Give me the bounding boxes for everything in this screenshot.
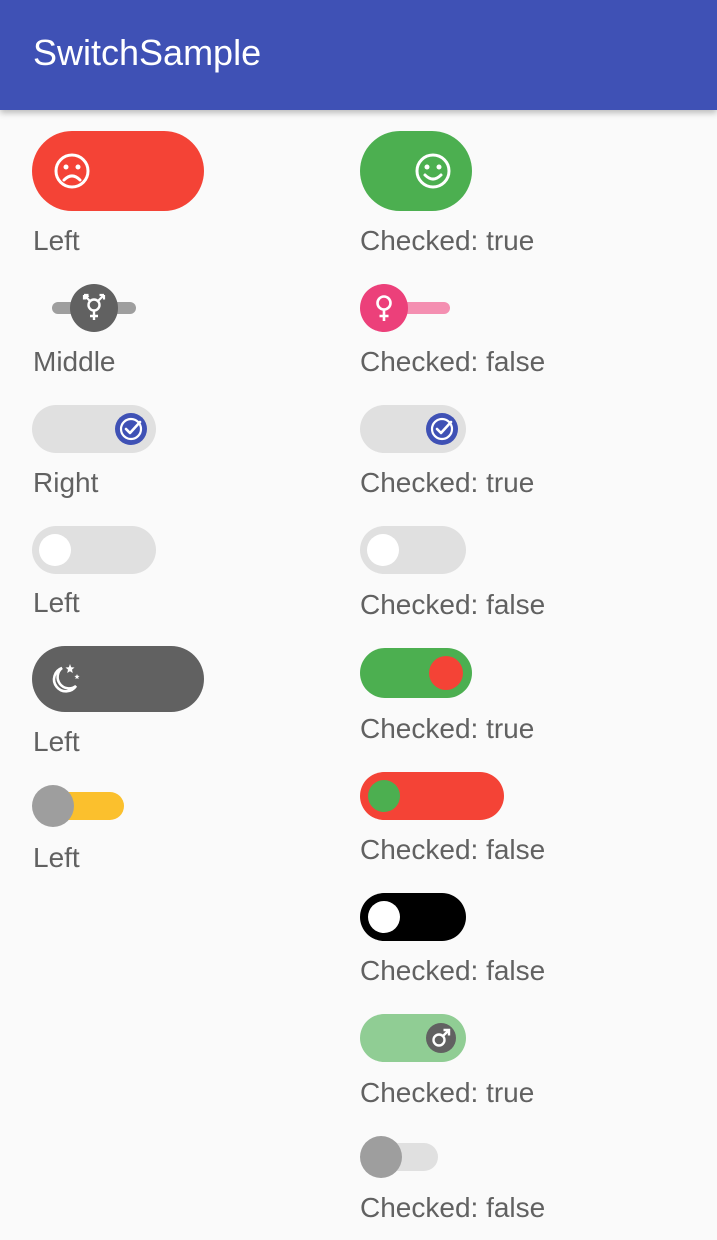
male-icon: [429, 1026, 453, 1050]
checked-state-label: Checked: true: [360, 225, 535, 256]
switch-right-6[interactable]: [360, 772, 504, 820]
app-title: SwitchSample: [33, 32, 262, 73]
switch-right-2[interactable]: [360, 284, 450, 332]
transgender-icon: [80, 292, 108, 324]
moon-stars-icon: [46, 662, 82, 696]
switch-thumb: [429, 656, 463, 690]
switch-left-5[interactable]: [32, 646, 204, 712]
switch-label: Left: [33, 842, 80, 873]
switch-label: Left: [33, 225, 80, 256]
female-icon: [372, 292, 396, 324]
checked-state-label: Checked: false: [360, 346, 546, 377]
switch-label: Right: [33, 467, 99, 498]
switch-label: Left: [33, 587, 80, 618]
switch-right-4[interactable]: [360, 526, 466, 574]
checked-state-label: Checked: true: [360, 1077, 535, 1108]
switch-label: Middle: [33, 346, 116, 377]
switch-label: Left: [33, 726, 80, 757]
switch-thumb: [367, 534, 399, 566]
checked-state-label: Checked: false: [360, 1192, 546, 1223]
checked-state-label: Checked: true: [360, 467, 535, 498]
switch-left-1[interactable]: [32, 131, 204, 211]
app-bar: SwitchSample: [0, 0, 717, 110]
switch-thumb: [32, 785, 74, 827]
switch-left-4[interactable]: [32, 526, 156, 574]
switch-thumb: [39, 534, 71, 566]
switch-thumb: [360, 1136, 402, 1178]
checked-state-label: Checked: true: [360, 713, 535, 744]
switch-right-7[interactable]: [360, 893, 466, 941]
switch-left-2[interactable]: [52, 284, 136, 332]
switch-right-5[interactable]: [360, 648, 472, 698]
check-circle-icon: [425, 412, 459, 446]
sad-face-icon: [52, 151, 92, 191]
switch-right-3[interactable]: [360, 405, 466, 453]
checked-state-label: Checked: false: [360, 589, 546, 620]
switch-thumb: [368, 780, 400, 812]
switch-left-6[interactable]: [32, 785, 124, 827]
checked-state-label: Checked: false: [360, 955, 546, 986]
checked-state-label: Checked: false: [360, 834, 546, 865]
switch-left-3[interactable]: [32, 405, 156, 453]
smile-face-icon: [413, 151, 453, 191]
check-circle-icon: [114, 412, 148, 446]
switch-right-1[interactable]: [360, 131, 472, 211]
switch-thumb: [368, 901, 400, 933]
switch-right-8[interactable]: [360, 1014, 466, 1062]
switch-right-9[interactable]: [360, 1136, 438, 1178]
